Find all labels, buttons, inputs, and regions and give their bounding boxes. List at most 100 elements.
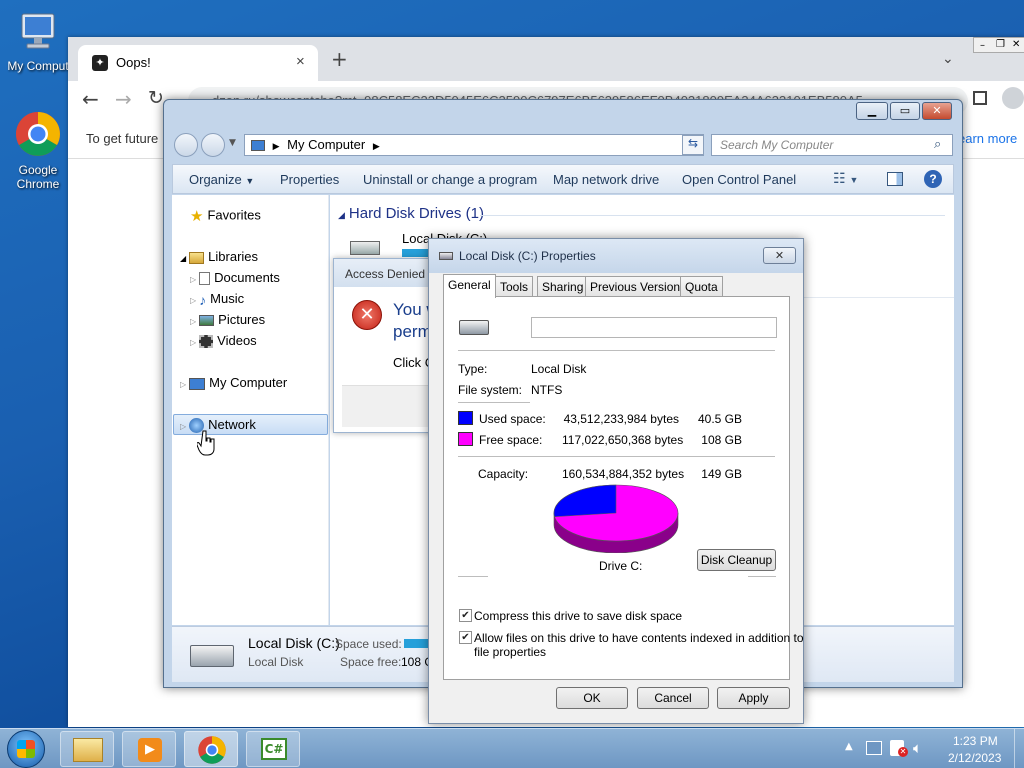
libraries-icon xyxy=(189,251,205,264)
cancel-button[interactable]: Cancel xyxy=(637,687,709,709)
collapsed-arrow-icon: ▷ xyxy=(180,380,187,389)
recent-pages-chevron-icon[interactable]: ▼ xyxy=(229,138,236,148)
pictures-icon xyxy=(199,315,215,327)
show-desktop-button[interactable] xyxy=(1014,729,1024,768)
nav-music[interactable]: ▷ ♪ Music xyxy=(190,291,244,308)
tab-previous-versions[interactable]: Previous Versions xyxy=(585,276,692,297)
help-icon[interactable]: ? xyxy=(924,170,942,188)
profile-avatar-icon[interactable] xyxy=(1002,87,1024,109)
tab-search-chevron-icon[interactable]: ⌄ xyxy=(942,51,954,67)
map-network-drive-button[interactable]: Map network drive xyxy=(553,172,659,187)
tab-sharing[interactable]: Sharing xyxy=(537,276,589,297)
nav-documents[interactable]: ▷ Documents xyxy=(190,270,280,286)
clock-date[interactable]: 2/12/2023 xyxy=(948,751,1001,765)
compress-label: Compress this drive to save disk space xyxy=(474,609,683,623)
tab-close-icon[interactable]: × xyxy=(296,53,305,70)
index-checkbox[interactable]: ✔ xyxy=(459,631,472,644)
tab-quota[interactable]: Quota xyxy=(680,276,723,297)
search-input[interactable]: Search My Computer xyxy=(711,134,953,156)
nav-label: Libraries xyxy=(208,249,259,264)
collapsed-arrow-icon: ▷ xyxy=(180,422,187,431)
ok-button[interactable]: OK xyxy=(556,687,628,709)
tab-strip: ✦ Oops! × + ⌄ – ❐ ✕ xyxy=(68,37,1024,81)
forward-button-icon[interactable] xyxy=(201,133,225,157)
separator xyxy=(458,456,775,457)
group-header: ◢ Hard Disk Drives (1) xyxy=(338,205,484,222)
minimize-icon[interactable]: – xyxy=(980,40,985,51)
desktop-icon-label: My Comput xyxy=(7,59,69,73)
nav-videos[interactable]: ▷ Videos xyxy=(190,333,257,349)
capacity-bytes: 160,534,884,352 bytes xyxy=(562,467,685,481)
clock-time[interactable]: 1:23 PM xyxy=(953,734,998,748)
group-header-label: Hard Disk Drives (1) xyxy=(348,205,484,222)
nav-label: Documents xyxy=(214,270,280,285)
preview-pane-icon[interactable] xyxy=(887,172,903,186)
desktop-icon-google-chrome[interactable]: Google Chrome xyxy=(0,110,76,191)
tab-title: Oops! xyxy=(116,55,151,70)
taskbar-chrome[interactable] xyxy=(184,731,238,767)
reload-icon[interactable]: ↻ xyxy=(148,87,164,109)
change-view-icon[interactable]: ☷ ▼ xyxy=(833,170,858,187)
tab-favicon-icon: ✦ xyxy=(92,55,108,71)
details-drive-name: Local Disk (C:) xyxy=(248,635,340,651)
tab-general[interactable]: General xyxy=(443,274,496,298)
used-space-bytes: 43,512,233,984 bytes xyxy=(563,412,679,426)
refresh-icon[interactable]: ⇆ xyxy=(682,135,704,155)
back-icon[interactable]: ← xyxy=(82,87,99,111)
volume-icon[interactable]: 🔈︎ xyxy=(913,739,922,757)
uninstall-program-button[interactable]: Uninstall or change a program xyxy=(363,172,537,187)
properties-dialog: Local Disk (C:) Properties ✕ General Too… xyxy=(428,238,804,724)
desktop-icon-label: Google Chrome xyxy=(16,163,60,191)
search-icon: ⌕ xyxy=(934,137,942,152)
music-icon: ♪ xyxy=(199,291,207,308)
index-label-line-1: Allow files on this drive to have conten… xyxy=(474,631,804,645)
side-panel-icon[interactable] xyxy=(973,91,987,105)
file-system-label: File system: xyxy=(458,383,523,397)
collapse-arrow-icon[interactable]: ◢ xyxy=(338,210,345,220)
restore-icon[interactable]: ❐ xyxy=(996,39,1005,50)
show-hidden-icons-icon[interactable]: ▲ xyxy=(845,741,853,752)
new-tab-icon[interactable]: + xyxy=(331,49,348,69)
properties-button[interactable]: Properties xyxy=(280,172,339,187)
browser-tab[interactable]: ✦ Oops! × xyxy=(78,45,318,81)
apply-button[interactable]: Apply xyxy=(717,687,790,709)
nav-favorites[interactable]: ★ Favorites xyxy=(190,207,261,225)
nav-libraries[interactable]: ◢ Libraries xyxy=(180,249,258,264)
nav-label: Pictures xyxy=(218,312,266,327)
collapsed-arrow-icon: ▷ xyxy=(190,296,197,305)
taskbar-csharp-app[interactable]: C# xyxy=(246,731,300,767)
close-button[interactable]: ✕ xyxy=(922,102,952,120)
taskbar-explorer[interactable] xyxy=(60,731,114,767)
computer-small-icon xyxy=(251,140,265,152)
forward-icon[interactable]: → xyxy=(115,87,132,111)
maximize-button[interactable]: ▭ xyxy=(890,102,920,120)
open-control-panel-button[interactable]: Open Control Panel xyxy=(682,172,796,187)
learn-more-link[interactable]: earn more xyxy=(958,131,1017,146)
breadcrumb[interactable]: ▶ My Computer ▶ ▼ xyxy=(244,134,704,156)
disk-cleanup-button[interactable]: Disk Cleanup xyxy=(697,549,776,571)
organize-button[interactable]: Organize ▼ xyxy=(189,172,254,187)
drive-caption: Drive C: xyxy=(599,559,643,573)
back-button-icon[interactable] xyxy=(174,133,198,157)
breadcrumb-item[interactable]: My Computer xyxy=(287,137,365,152)
nav-pictures[interactable]: ▷ Pictures xyxy=(190,312,265,327)
access-denied-dialog: Access Denied ✕ You w perm Click C xyxy=(333,258,443,433)
nav-label: My Computer xyxy=(209,375,288,390)
drive-name-field[interactable] xyxy=(531,317,777,338)
nav-network[interactable]: ▷ Network xyxy=(180,417,256,434)
compress-checkbox[interactable]: ✔ xyxy=(459,609,472,622)
nav-my-computer[interactable]: ▷ My Computer xyxy=(180,375,287,390)
details-usage-bar xyxy=(404,639,430,648)
index-label-line-2: file properties xyxy=(474,645,547,659)
desktop-icon-my-computer[interactable]: My Comput xyxy=(0,10,76,73)
details-space-free-label: Space free: xyxy=(340,655,402,669)
tab-tools[interactable]: Tools xyxy=(495,276,534,297)
free-space-bytes: 117,022,650,368 bytes xyxy=(562,433,684,447)
dialog-title: Access Denied xyxy=(345,267,426,281)
close-icon[interactable]: ✕ xyxy=(1012,39,1020,50)
type-label: Type: xyxy=(458,362,488,376)
taskbar-media-player[interactable]: ▶ xyxy=(122,731,176,767)
network-tray-icon[interactable] xyxy=(866,741,882,755)
dialog-close-button[interactable]: ✕ xyxy=(763,247,796,264)
minimize-button[interactable]: ▁ xyxy=(856,102,888,120)
